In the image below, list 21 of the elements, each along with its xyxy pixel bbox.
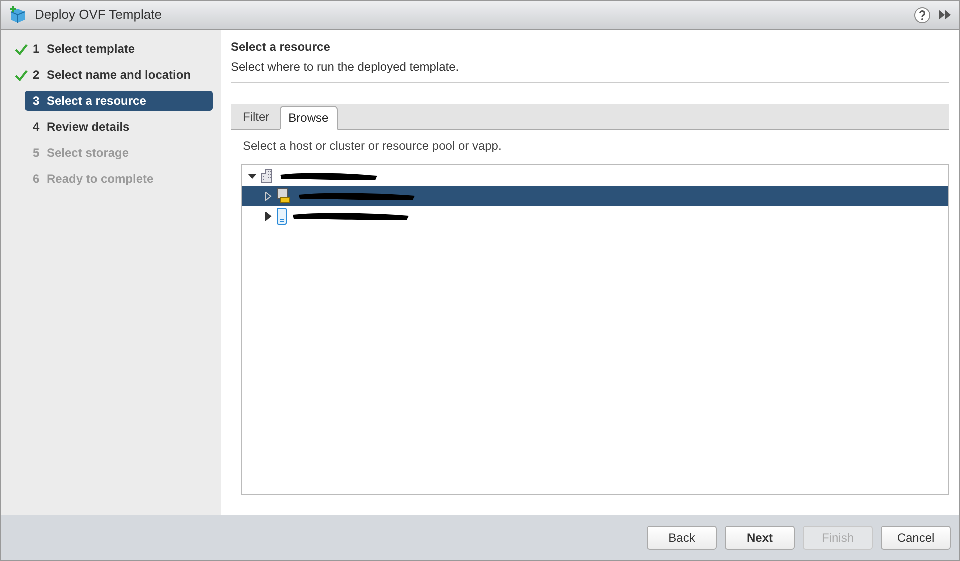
wizard-button[interactable]: Back xyxy=(647,526,717,550)
cluster-icon xyxy=(277,188,293,204)
page-subtitle: Select where to run the deployed template. xyxy=(231,59,460,76)
tab[interactable]: Filter xyxy=(235,105,278,129)
help-icon[interactable] xyxy=(914,6,931,24)
wizard-step[interactable]: 1 Select template xyxy=(9,39,213,59)
window-title: Deploy OVF Template xyxy=(35,6,162,24)
expand-arrow-icon[interactable] xyxy=(264,212,273,220)
tab[interactable]: Browse xyxy=(280,106,338,130)
wizard-button[interactable]: Next xyxy=(725,526,795,550)
page-title: Select a resource xyxy=(231,39,332,56)
instruction-text: Select a host or cluster or resource pool or vapp. xyxy=(243,138,503,155)
wizard-button[interactable]: Cancel xyxy=(881,526,951,550)
package-cube-icon xyxy=(9,6,27,24)
wizard-step[interactable]: 4 Review details xyxy=(9,117,213,137)
server-icon xyxy=(277,208,287,224)
wizard-step[interactable]: 2 Select name and location xyxy=(9,65,213,85)
building-icon xyxy=(261,168,275,184)
wizard-step[interactable]: 3 Select a resource xyxy=(25,91,213,111)
collapse-arrow-icon[interactable] xyxy=(248,172,257,180)
fast-forward-icon[interactable] xyxy=(939,10,951,20)
